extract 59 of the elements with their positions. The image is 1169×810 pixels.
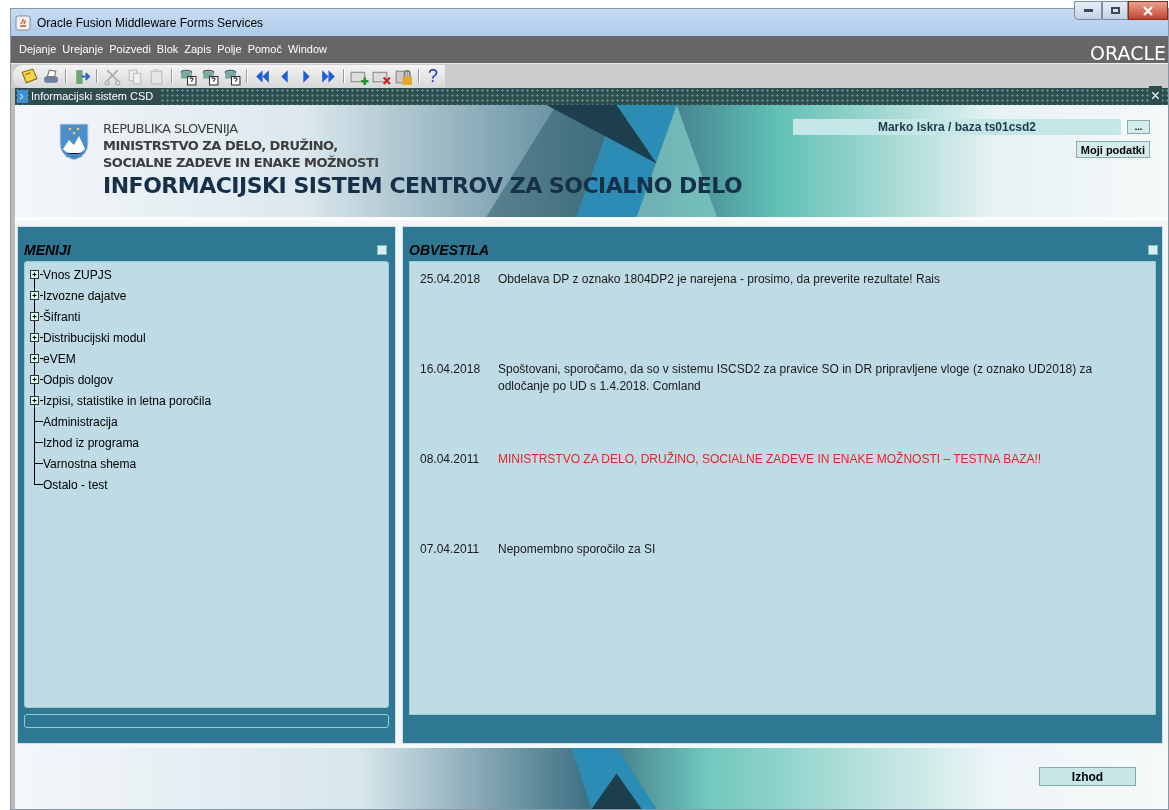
notice-date: 08.04.2011 [420, 451, 481, 468]
coat-of-arms-icon [59, 123, 89, 161]
tree-item[interactable]: Šifranti [43, 307, 81, 326]
minimize-button[interactable] [1074, 1, 1102, 20]
expand-icon[interactable] [29, 354, 40, 363]
menu-item[interactable]: Urejanje [60, 41, 106, 58]
menu-item[interactable]: Zapis [182, 41, 214, 58]
menu-item[interactable]: Pomoč [245, 41, 284, 58]
close-button[interactable] [1128, 1, 1168, 20]
user-field: Marko Iskra / baza ts01csd2 [793, 119, 1121, 135]
notice-text: MINISTRSTVO ZA DELO, DRUŽINO, SOCIALNE ZADEVE IN ENAKE MOŽNOSTI – TESTNA BAZA!! [498, 451, 1042, 468]
expand-icon[interactable] [29, 375, 40, 384]
header-line: MINISTRSTVO ZA DELO, DRUŽINO, [103, 137, 339, 154]
notice-date: 25.04.2018 [420, 271, 482, 288]
tree-item[interactable]: Izvozne dajatve [43, 286, 127, 305]
profile-button[interactable]: Moji podatki [1075, 141, 1150, 158]
form-title: Informacijski sistem CSD [31, 88, 162, 105]
help-button[interactable]: ? [425, 66, 441, 86]
notice-date: 16.04.2018 [420, 361, 482, 378]
panel-toggle-icon[interactable] [377, 245, 387, 255]
window-title: Oracle Fusion Middleware Forms Services [37, 14, 264, 32]
panel-title: OBVESTILA [409, 240, 490, 260]
menu-item[interactable]: Polje [215, 41, 244, 58]
expand-icon[interactable] [29, 396, 40, 405]
tree-item[interactable]: Izpisi, statistike in letna poročila [43, 391, 212, 410]
more-button[interactable]: ... [1127, 120, 1150, 134]
notice-text: Spoštovani, sporočamo, da so v sistemu ISCSD2 za pravice SO in DR pripravljene vloge (z oznako UD2018) za odločanje po UD s 1.4.2018. Comland [498, 361, 1094, 395]
tree-item[interactable]: Vnos ZUPJS [43, 265, 112, 284]
tree-item[interactable]: Odpis dolgov [43, 370, 114, 389]
expand-icon[interactable] [29, 291, 40, 300]
java-icon [15, 14, 31, 31]
header-line: REPUBLIKA SLOVENIJA [103, 121, 239, 137]
maximize-button[interactable] [1102, 1, 1128, 20]
save-icon[interactable] [19, 66, 38, 86]
system-title: INFORMACIJSKI SISTEM CENTROV ZA SOCIALNO DELO [103, 172, 743, 200]
notice-date: 07.04.2011 [420, 541, 481, 558]
tree-item[interactable]: Distribucijski modul [43, 328, 146, 347]
notice-text: Obdelava DP z oznako 1804DP2 je narejena - prosimo, da preverite rezultate! Rais [498, 271, 941, 288]
tree-item[interactable]: eVEM [43, 349, 76, 368]
tree-item[interactable]: Varnostna shema [43, 454, 137, 473]
tree-item[interactable]: Administracija [43, 412, 118, 431]
exit-button[interactable]: Izhod [1039, 767, 1136, 786]
close-button[interactable]: × [1148, 86, 1162, 106]
brand-logo: ORACLE [1090, 41, 1166, 66]
expand-icon[interactable] [29, 333, 40, 342]
menu-item[interactable]: Dejanje [17, 41, 59, 58]
close-icon [1143, 5, 1153, 16]
tree-item[interactable]: Izhod iz programa [43, 433, 140, 452]
menu-item[interactable]: Blok [154, 41, 181, 58]
menu-item[interactable]: Poizvedi [107, 41, 153, 58]
notice-text: Nepomembno sporočilo za SI [498, 541, 656, 558]
panel-toggle-icon[interactable] [1148, 245, 1158, 255]
menu-item[interactable]: Window [285, 41, 329, 58]
expand-icon[interactable] [29, 312, 40, 321]
tree-item[interactable]: Ostalo - test [43, 475, 108, 494]
expand-icon[interactable] [29, 270, 40, 279]
form-icon [17, 90, 28, 103]
panel-title: MENIJI [24, 240, 71, 260]
header-line: SOCIALNE ZADEVE IN ENAKE MOŽNOSTI [103, 154, 380, 171]
